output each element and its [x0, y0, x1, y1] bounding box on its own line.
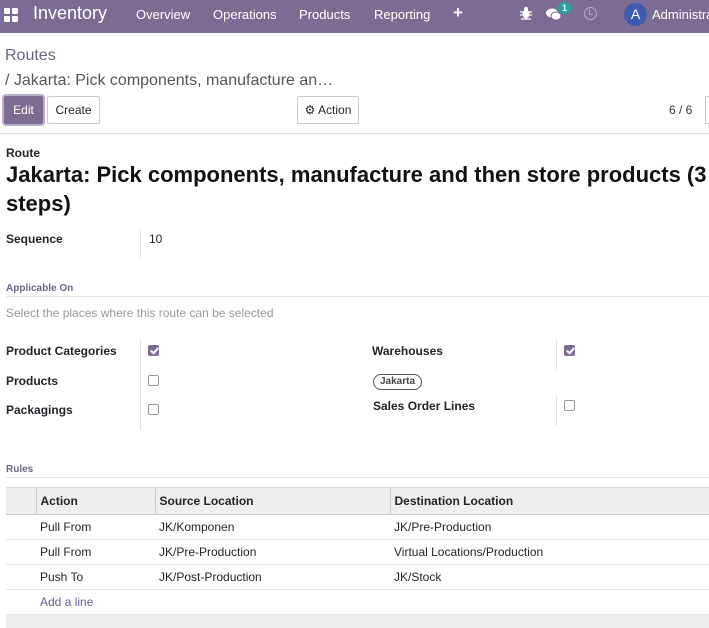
activity-clock-icon[interactable] [584, 7, 597, 20]
table-row[interactable]: Pull From JK/Komponen JK/Pre-Production [6, 514, 709, 540]
rule-source: JK/Post-Production [155, 564, 390, 590]
rule-action: Pull From [36, 539, 155, 565]
products-label: Products [6, 374, 59, 388]
apps-menu-icon[interactable] [4, 8, 18, 22]
rule-destination: Virtual Locations/Production [390, 539, 709, 565]
sequence-label: Sequence [6, 232, 63, 246]
rule-source: JK/Pre-Production [155, 539, 390, 565]
route-label: Route [6, 146, 40, 160]
packagings-label: Packagings [6, 403, 73, 417]
user-avatar[interactable]: A [624, 3, 647, 26]
rule-action: Pull From [36, 514, 155, 540]
row-handle [6, 564, 36, 590]
debug-bug-icon[interactable] [520, 6, 532, 20]
add-line-row: Add a line [6, 589, 709, 615]
field-separator [556, 396, 557, 426]
sales-order-lines-checkbox[interactable] [564, 400, 575, 411]
rule-action: Push To [36, 564, 155, 590]
product-categories-label: Product Categories [6, 344, 117, 358]
row-handle [6, 539, 36, 565]
row-handle [6, 514, 36, 540]
column-header-source[interactable]: Source Location [154, 487, 390, 515]
top-navbar: Inventory Overview Operations Products R… [0, 0, 709, 33]
field-separator [556, 340, 557, 371]
rule-source: JK/Komponen [155, 514, 390, 540]
field-separator [140, 229, 141, 259]
pager-next-button[interactable] [705, 96, 709, 124]
route-title: Jakarta: Pick components, manufacture an… [6, 162, 707, 216]
warehouses-checkbox[interactable] [564, 345, 575, 356]
pager-counter[interactable]: 6 / 6 [669, 103, 692, 117]
breadcrumb-current: / Jakarta: Pick components, manufacture … [5, 72, 334, 89]
app-name[interactable]: Inventory [33, 3, 107, 24]
action-button[interactable]: ⚙ Action [297, 96, 359, 124]
table-row[interactable]: Push To JK/Post-Production JK/Stock [6, 564, 709, 590]
section-divider [6, 477, 709, 478]
column-header-destination[interactable]: Destination Location [389, 487, 709, 515]
packagings-checkbox[interactable] [148, 404, 159, 415]
row-handle [6, 589, 36, 615]
table-row[interactable]: Pull From JK/Pre-Production Virtual Loca… [6, 539, 709, 565]
column-header-action[interactable]: Action [35, 487, 155, 515]
user-name[interactable]: Administrator [652, 7, 709, 22]
menu-products[interactable]: Products [299, 7, 350, 22]
create-button[interactable]: Create [47, 96, 100, 124]
applicable-on-title: Applicable On [6, 283, 74, 294]
rules-title: Rules [6, 464, 34, 475]
handle-column-header [6, 487, 36, 515]
rules-table: Action Source Location Destination Locat… [6, 487, 709, 615]
edit-button[interactable]: Edit [4, 96, 43, 124]
warehouse-tag-jakarta[interactable]: Jakarta [373, 374, 423, 390]
sequence-value: 10 [149, 232, 163, 246]
field-separator [140, 340, 141, 430]
chat-count-badge: 1 [558, 2, 571, 14]
plus-icon[interactable]: + [453, 3, 463, 23]
sales-order-lines-label: Sales Order Lines [373, 399, 476, 413]
add-line-link[interactable]: Add a line [40, 595, 93, 609]
rule-destination: JK/Pre-Production [390, 514, 709, 540]
product-categories-checkbox[interactable] [148, 345, 159, 356]
rule-destination: JK/Stock [390, 564, 709, 590]
applicable-on-hint: Select the places where this route can b… [6, 306, 274, 320]
menu-operations[interactable]: Operations [213, 7, 277, 22]
divider [0, 133, 709, 134]
menu-reporting[interactable]: Reporting [374, 7, 430, 22]
menu-overview[interactable]: Overview [136, 7, 190, 22]
section-divider [6, 296, 709, 297]
table-footer [6, 615, 709, 628]
breadcrumb-routes[interactable]: Routes [5, 47, 56, 65]
warehouses-label: Warehouses [372, 344, 443, 358]
products-checkbox[interactable] [148, 375, 159, 386]
